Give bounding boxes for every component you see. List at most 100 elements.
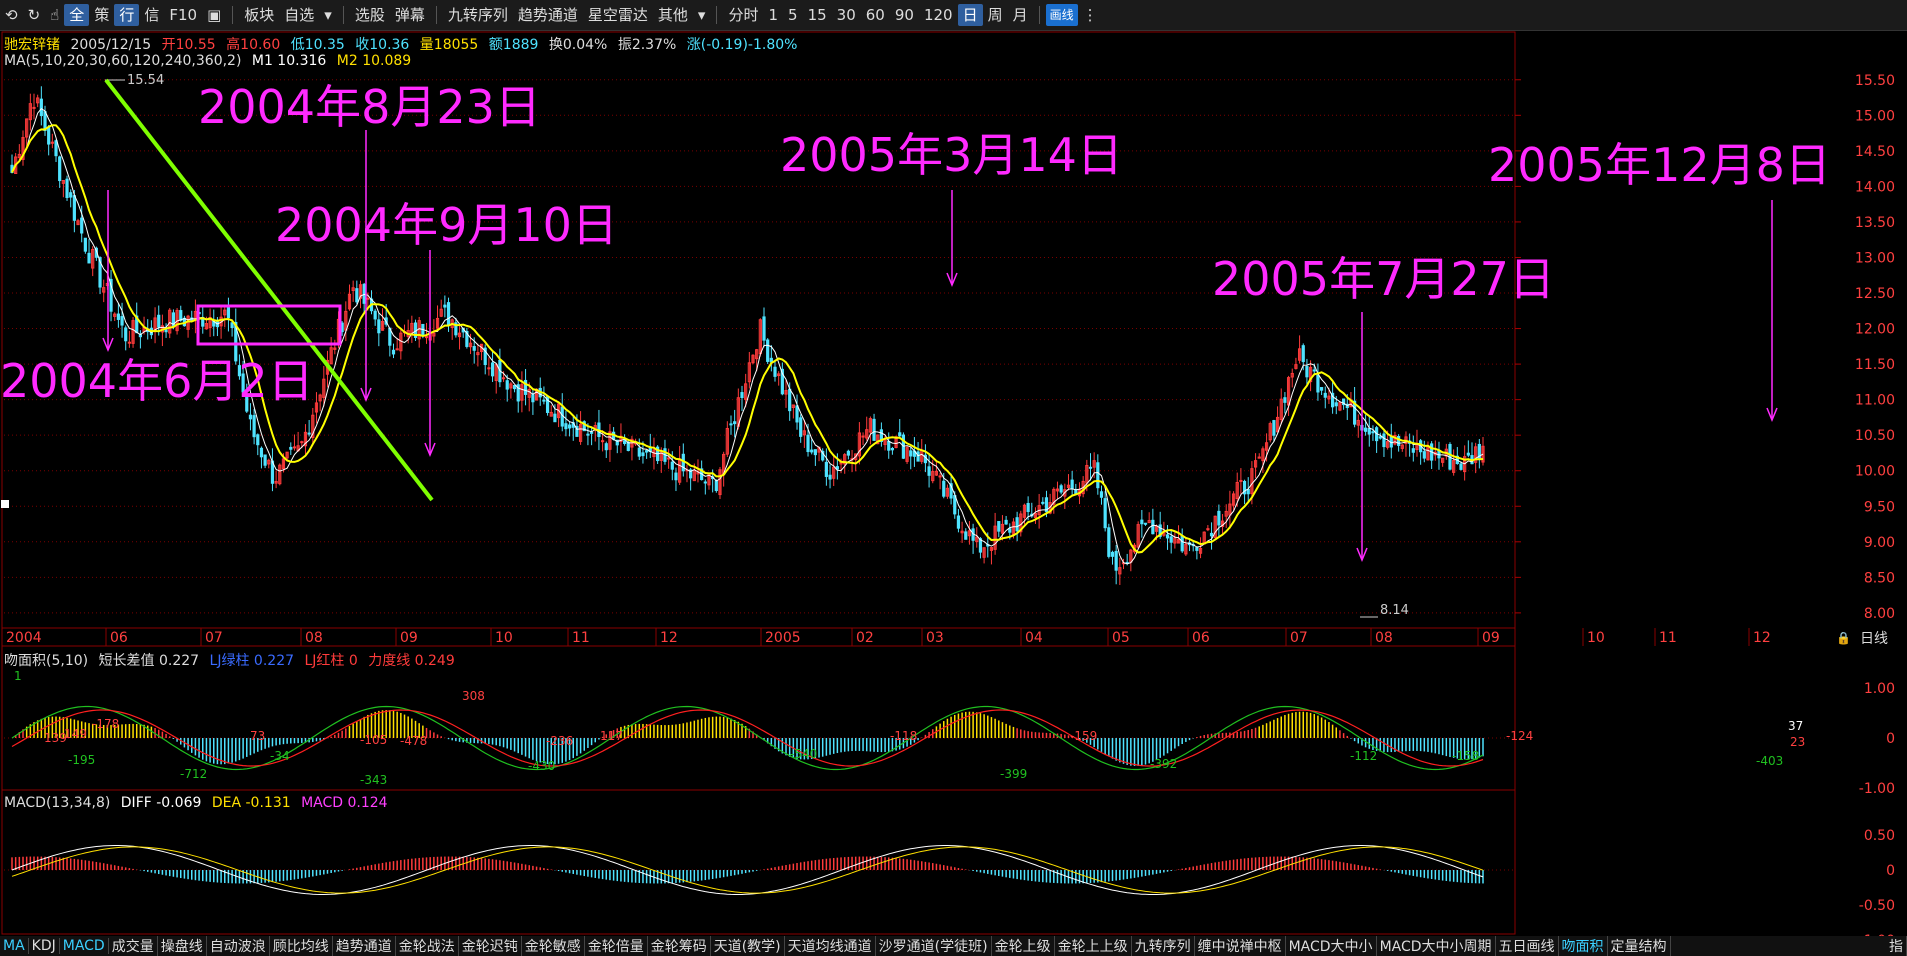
price-tick-label: 12.00 [1855,322,1895,338]
indicator-tab[interactable]: 金轮上上级 [1055,936,1132,956]
candle [586,433,590,436]
candle [623,440,627,444]
ma-line [11,124,1484,554]
candle [898,432,902,437]
candle [1099,491,1104,498]
price-tick-label: 9.00 [1864,535,1895,551]
candle [1143,522,1148,525]
month-label: 09 [1482,630,1500,646]
indicator-tab[interactable]: MA [0,938,29,954]
month-label: 08 [305,630,323,646]
candle [1217,510,1221,526]
candle [1074,489,1078,494]
candle [157,314,161,328]
indicator-tab[interactable]: 沙罗通道(学徒班) [876,936,992,956]
scroll-handle [1,500,9,508]
indicator-tab[interactable]: 金轮上级 [992,936,1055,956]
panel2-value-label: 1 [14,669,22,683]
candle [964,531,968,540]
candle [395,348,399,351]
price-tick-label: 15.50 [1855,73,1895,89]
candle [1103,498,1107,529]
indicator-tab[interactable]: 九转序列 [1132,936,1195,956]
indicator-tab[interactable]: MACD [60,938,109,954]
indicator-tab[interactable]: 五日画线 [1496,936,1559,956]
candle [1283,397,1287,403]
indicator-tab[interactable]: 金轮倍量 [585,936,648,956]
month-label: 12 [660,630,678,646]
panel2-value-label: -118 [890,729,917,743]
annotation-2005-12-08: 2005年12月8日 [1488,138,1831,192]
candle [355,288,359,303]
candle [230,322,234,329]
month-label: 06 [110,630,128,646]
candle [32,106,36,109]
candle [953,495,957,515]
indicator-tab[interactable]: 自动波浪 [207,936,270,956]
panel2-value-label: -178 [92,717,119,731]
candle [601,440,605,443]
panel2-value-label: -399 [1000,767,1027,781]
indicator-tab[interactable]: MACD大中小 [1286,936,1377,956]
chart-frame [1,31,1516,935]
month-label: 05 [1112,630,1130,646]
indicator-tab[interactable]: KDJ [29,938,60,954]
candle [1165,534,1170,539]
candle [1378,436,1382,439]
indicator-tab[interactable]: 顾比均线 [270,936,333,956]
indicator-tab[interactable]: 操盘线 [158,936,207,956]
index-button[interactable]: 指 [1886,936,1907,956]
month-label: 10 [495,630,513,646]
indicator-tab[interactable]: 定量结构 [1608,936,1671,956]
indicator-tab[interactable]: 金轮敏感 [522,936,585,956]
panel2-value-label: -112 [1350,749,1377,763]
panel2-value-label: 73 [250,729,265,743]
candle [956,515,961,529]
candle [828,474,832,480]
candle [766,339,770,362]
price-tick-label: 10.00 [1855,464,1895,480]
panel2-value-label: -159 [1070,729,1097,743]
panel2-value-label: 149 [64,727,87,741]
indicator-tab[interactable]: 天道(教学) [711,936,785,956]
indicator-tab[interactable]: MACD大中小周期 [1377,936,1496,956]
panel2-value-label: -124 [1506,729,1533,743]
indicator-tab[interactable]: 趋势通道 [333,936,396,956]
indicator-tab[interactable]: 金轮迟钝 [459,936,522,956]
annotation-2004-08-23: 2004年8月23日 [198,80,541,134]
candle [909,450,913,457]
candle [637,447,641,457]
candle [1371,431,1375,434]
indicator-tab[interactable]: 吻面积 [1559,936,1608,956]
indicator-tab[interactable]: 金轮战法 [396,936,459,956]
month-label: 06 [1192,630,1210,646]
candle [641,452,645,457]
candle [289,446,293,450]
indicator-tab[interactable]: 成交量 [109,936,158,956]
period-label: 日线 [1860,631,1888,647]
candle [795,405,799,423]
panel2-value-label: 37 [1788,719,1803,733]
annotation-2004-09-10: 2004年9月10日 [275,198,618,252]
candle [645,450,649,453]
candle [1323,392,1327,398]
candle [1246,488,1250,495]
indicator-tab[interactable]: 缠中说禅中枢 [1195,936,1286,956]
month-label: 04 [1025,630,1043,646]
month-label: 11 [1659,630,1677,646]
panel2-value-label: -392 [1150,757,1177,771]
candle [667,457,671,460]
indicator-tab[interactable]: 天道均线通道 [785,936,876,956]
candle [531,394,535,403]
indicator-tab[interactable]: 金轮筹码 [648,936,711,956]
candle [1301,345,1305,363]
candle [83,237,87,252]
candle [472,346,476,351]
annotation-2005-03-14: 2005年3月14日 [780,128,1123,182]
candle [1070,479,1074,489]
panel2-value-label: -195 [68,753,95,767]
candle [69,192,73,198]
candle [1015,517,1019,532]
month-label: 2005 [765,630,801,646]
price-tick-label: 14.50 [1855,144,1895,160]
